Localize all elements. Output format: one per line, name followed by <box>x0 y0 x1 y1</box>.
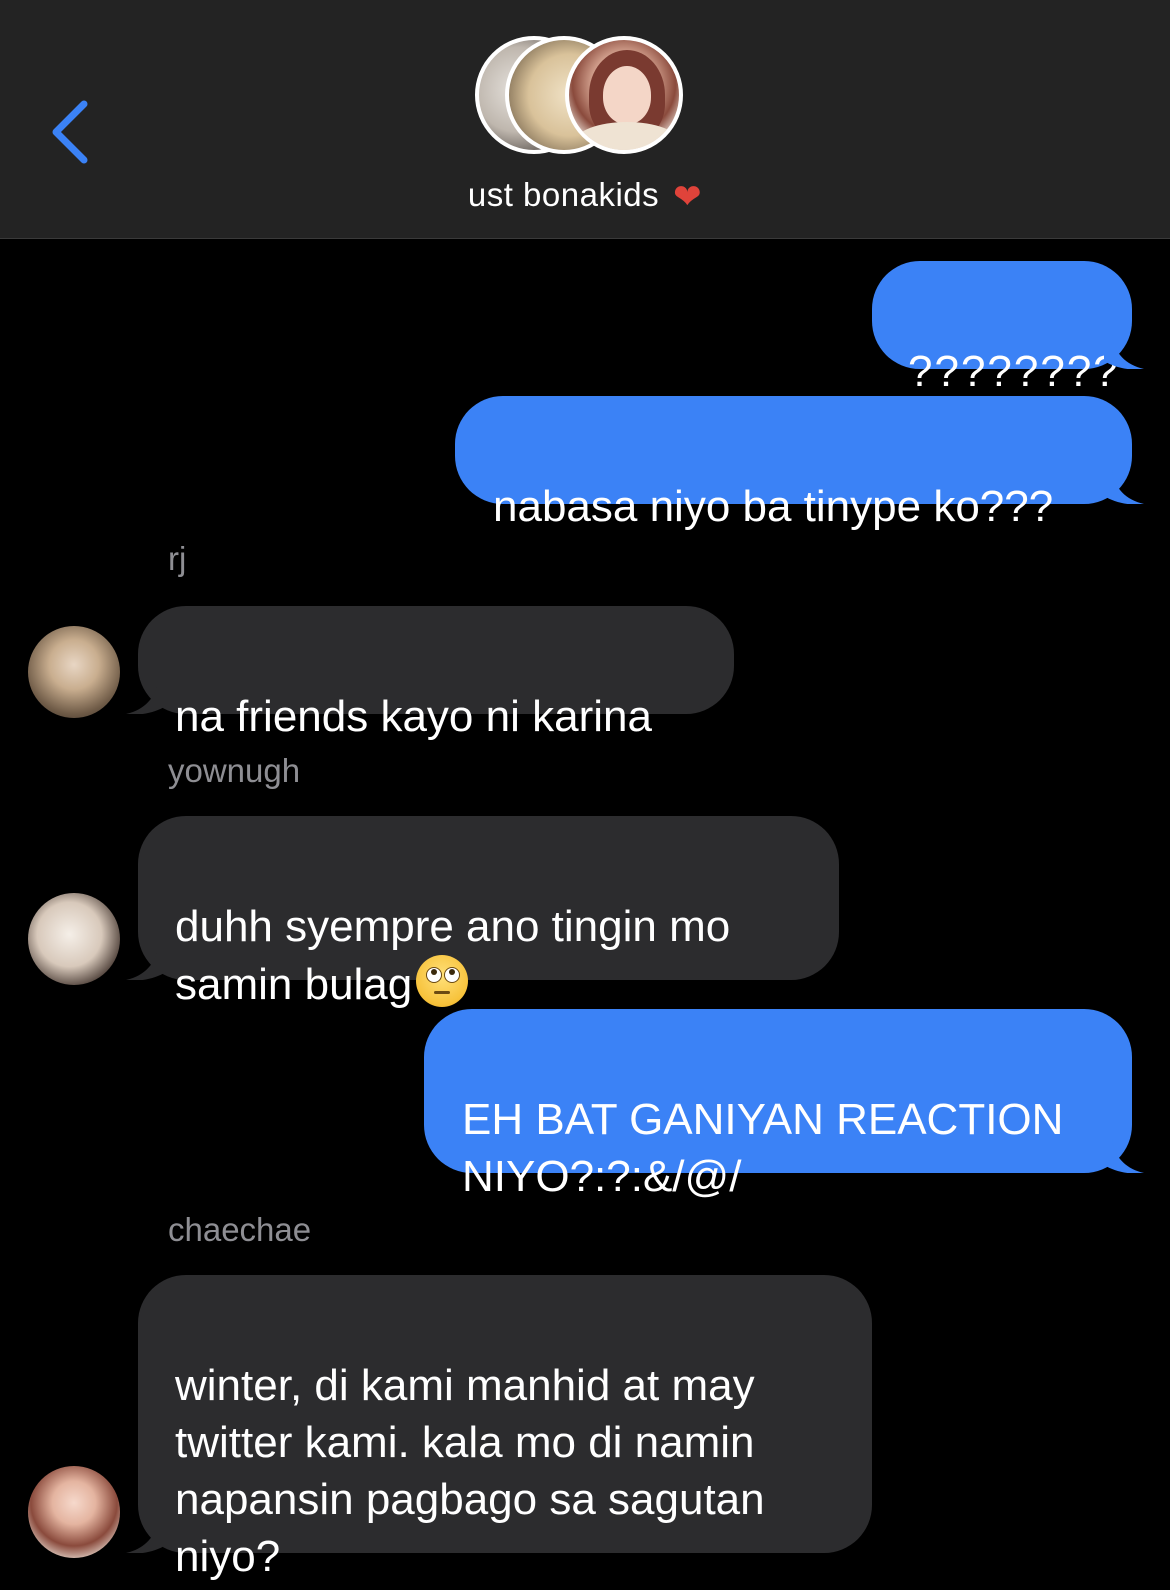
sender-name: rj <box>168 540 187 577</box>
bubble-tail <box>126 680 166 714</box>
message-bubble-sent[interactable]: ???????? <box>872 261 1144 396</box>
face-with-rolling-eyes-emoji <box>416 955 469 1007</box>
sender-name: yownugh <box>168 752 301 789</box>
message-text: ???????? <box>908 347 1120 396</box>
message-text: winter, di kami manhid at may twitter ka… <box>175 1361 765 1581</box>
message-text: EH BAT GANIYAN REACTION NIYO?:?:&/@/ <box>462 1095 1064 1201</box>
message-text: nabasa niyo ba tinype ko??? <box>493 482 1054 531</box>
bubble-tail <box>1104 1139 1144 1173</box>
heart-on-fire-emoji: ❤ <box>673 178 703 216</box>
group-name[interactable]: ust bonakids ❤ <box>0 176 1170 217</box>
message-bubble-received[interactable]: winter, di kami manhid at may twitter ka… <box>126 1275 872 1581</box>
bubble-tail <box>1104 470 1144 504</box>
message-bubble-received[interactable]: duhh syempre ano tingin mo samin bulag <box>126 816 839 1009</box>
group-member-avatar <box>565 36 683 154</box>
message-text: na friends kayo ni karina <box>175 692 652 741</box>
group-avatar-stack[interactable] <box>475 36 695 162</box>
group-name-label: ust bonakids <box>467 176 660 213</box>
avatar-yownugh[interactable] <box>28 893 120 985</box>
avatar-rj[interactable] <box>28 626 120 718</box>
message-bubble-received[interactable]: na friends kayo ni karina <box>126 606 734 741</box>
chat-header: ust bonakids ❤ <box>0 0 1170 239</box>
sender-name: chaechae <box>168 1211 312 1248</box>
avatar-chaechae[interactable] <box>28 1466 120 1558</box>
message-bubble-sent[interactable]: EH BAT GANIYAN REACTION NIYO?:?:&/@/ <box>424 1009 1144 1201</box>
back-button[interactable] <box>38 92 108 172</box>
bubble-tail <box>126 1519 166 1553</box>
chevron-left-icon <box>52 100 88 164</box>
bubble-tail <box>1104 335 1144 369</box>
bubble-tail <box>126 946 166 980</box>
message-bubble-sent[interactable]: nabasa niyo ba tinype ko??? <box>455 396 1144 531</box>
